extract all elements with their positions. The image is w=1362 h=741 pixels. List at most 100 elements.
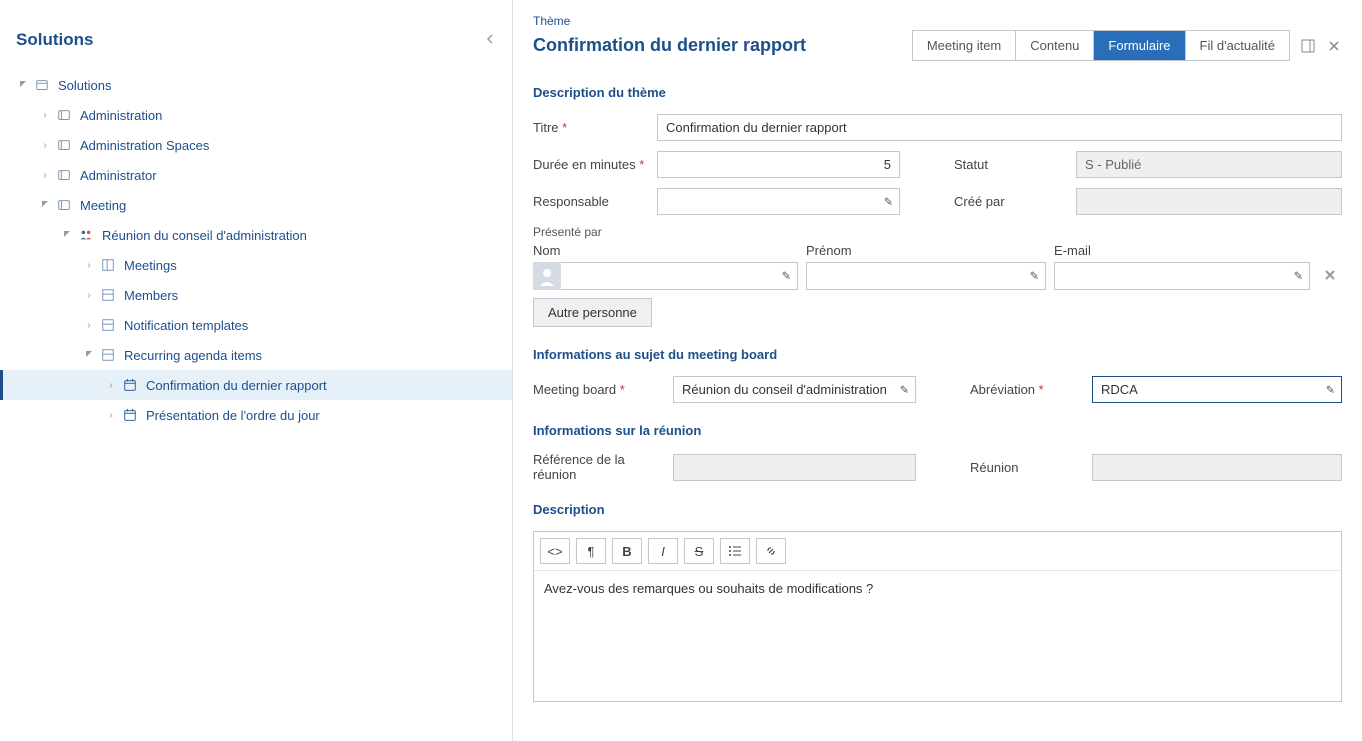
tab-fil[interactable]: Fil d'actualité [1186,31,1289,60]
chevron-right-icon[interactable]: › [82,290,96,301]
tree-item-recurring[interactable]: Recurring agenda items [0,340,512,370]
input-meeting-board[interactable] [673,376,916,403]
close-icon[interactable] [1326,38,1342,54]
tree-root: Solutions › Administration › Administrat… [0,70,512,430]
label-reunion: Réunion [970,460,1080,475]
rich-text-editor: <> ¶ B I S Avez-vous des remarques ou so… [533,531,1342,702]
editor-list-button[interactable] [720,538,750,564]
editor-content[interactable]: Avez-vous des remarques ou souhaits de m… [534,571,1341,701]
sidebar: Solutions Solutions › Administration [0,0,513,741]
section-meeting-board-info: Informations au sujet du meeting board [533,347,1342,362]
avatar-icon [533,262,561,290]
label-prenom: Prénom [806,243,1046,258]
remove-icon[interactable] [1318,269,1342,284]
list-icon [100,287,116,303]
folder-icon [56,107,72,123]
tabs: Meeting item Contenu Formulaire Fil d'ac… [912,30,1290,61]
folder-icon [56,197,72,213]
label-creepar: Créé par [954,194,1064,209]
label-responsable: Responsable [533,194,645,209]
tree-item-administration[interactable]: › Administration [0,100,512,130]
tree-label: Meeting [80,198,126,213]
folder-icon [56,167,72,183]
tree-label: Members [124,288,178,303]
label-statut: Statut [954,157,1064,172]
input-prenom[interactable] [806,262,1046,290]
tab-contenu[interactable]: Contenu [1016,31,1094,60]
list-icon [100,317,116,333]
chevron-right-icon[interactable]: › [104,380,118,391]
tree-label: Administrator [80,168,157,183]
label-reference: Référence de la réunion [533,452,661,482]
chevron-right-icon[interactable]: › [104,410,118,421]
editor-bold-button[interactable]: B [612,538,642,564]
editor-paragraph-button[interactable]: ¶ [576,538,606,564]
input-responsable[interactable] [657,188,900,215]
tree-label: Administration Spaces [80,138,209,153]
label-meeting-board: Meeting board * [533,382,661,397]
collapse-sidebar-icon[interactable] [484,32,496,49]
tree-item-meeting-board[interactable]: Réunion du conseil d'administration [0,220,512,250]
editor-italic-button[interactable]: I [648,538,678,564]
tree-toggle-icon[interactable] [82,350,96,361]
input-reunion [1092,454,1342,481]
tree-item-admin-spaces[interactable]: › Administration Spaces [0,130,512,160]
input-reference [673,454,916,481]
tree-item-members[interactable]: › Members [0,280,512,310]
folder-icon [34,77,50,93]
input-creepar [1076,188,1342,215]
chevron-right-icon[interactable]: › [38,110,52,121]
label-nom: Nom [533,243,798,258]
tree-item-presentation[interactable]: › Présentation de l'ordre du jour [0,400,512,430]
editor-link-button[interactable] [756,538,786,564]
input-email[interactable] [1054,262,1310,290]
section-description: Description [533,502,1342,517]
chevron-right-icon[interactable]: › [38,140,52,151]
breadcrumb: Thème [533,14,1342,28]
editor-strike-button[interactable]: S [684,538,714,564]
label-presente-par: Présenté par [533,225,1342,239]
tree-item-confirmation[interactable]: › Confirmation du dernier rapport [0,370,512,400]
tree-label: Réunion du conseil d'administration [102,228,307,243]
tree-label: Solutions [58,78,111,93]
sidebar-title: Solutions [16,30,93,50]
tree-toggle-icon[interactable] [38,200,52,211]
editor-code-button[interactable]: <> [540,538,570,564]
label-abreviation: Abréviation * [970,382,1080,397]
tree-item-meeting[interactable]: Meeting [0,190,512,220]
section-description-theme: Description du thème [533,85,1342,100]
label-duree: Durée en minutes * [533,157,645,172]
chevron-right-icon[interactable]: › [82,320,96,331]
tree-label: Recurring agenda items [124,348,262,363]
input-nom[interactable] [561,262,798,290]
list-icon [100,347,116,363]
panel-icon[interactable] [1300,38,1316,54]
tab-meeting-item[interactable]: Meeting item [913,31,1016,60]
tree-toggle-icon[interactable] [16,80,30,91]
chevron-right-icon[interactable]: › [82,260,96,271]
tree-toggle-icon[interactable] [60,230,74,241]
tree-item-meetings[interactable]: › Meetings [0,250,512,280]
label-email: E-mail [1054,243,1310,258]
input-abreviation[interactable] [1092,376,1342,403]
label-titre: Titre * [533,120,645,135]
tree-label: Administration [80,108,162,123]
tree-label: Notification templates [124,318,248,333]
input-duree[interactable] [657,151,900,178]
tree-label: Meetings [124,258,177,273]
tree-item-solutions[interactable]: Solutions [0,70,512,100]
input-titre[interactable] [657,114,1342,141]
tree-item-notifications[interactable]: › Notification templates [0,310,512,340]
main-content: Thème Confirmation du dernier rapport Me… [513,0,1362,741]
tree-label: Confirmation du dernier rapport [146,378,327,393]
tab-formulaire[interactable]: Formulaire [1094,31,1185,60]
chevron-right-icon[interactable]: › [38,170,52,181]
add-person-button[interactable]: Autre personne [533,298,652,327]
people-icon [78,227,94,243]
page-title: Confirmation du dernier rapport [533,35,806,56]
section-reunion-info: Informations sur la réunion [533,423,1342,438]
calendar-icon [122,407,138,423]
tree-label: Présentation de l'ordre du jour [146,408,320,423]
tree-item-administrator[interactable]: › Administrator [0,160,512,190]
list-icon [100,257,116,273]
